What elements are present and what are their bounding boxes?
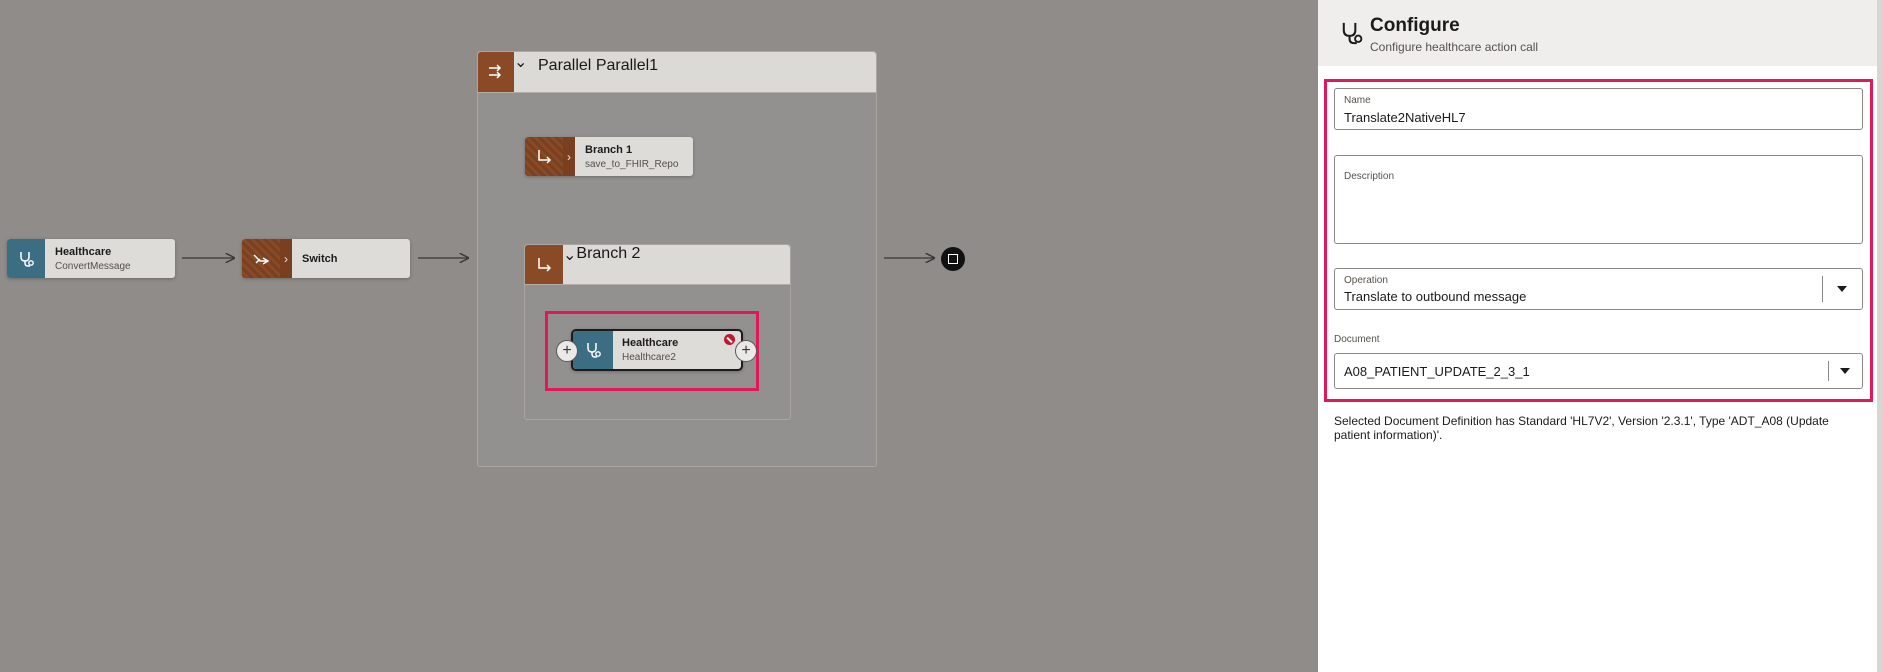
stethoscope-icon xyxy=(573,331,613,369)
document-label: Document xyxy=(1334,334,1380,345)
chevron-down-icon xyxy=(1840,368,1850,374)
branch1-node[interactable]: › Branch 1 save_to_FHIR_Repo xyxy=(525,137,693,176)
add-after-icon[interactable]: + xyxy=(735,340,757,362)
panel-subtitle: Configure healthcare action call xyxy=(1370,40,1539,54)
expand-chevron-icon[interactable]: › xyxy=(280,239,292,278)
integration-canvas[interactable]: Healthcare ConvertMessage › Switch ⌄ Par… xyxy=(0,0,1318,672)
collapse-chevron-icon[interactable]: ⌄ xyxy=(563,245,576,284)
add-before-icon[interactable]: + xyxy=(556,340,578,362)
operation-value: Translate to outbound message xyxy=(1344,289,1527,304)
parallel-title: Parallel xyxy=(538,57,592,74)
document-info-text: Selected Document Definition has Standar… xyxy=(1334,414,1829,442)
branch2-header[interactable]: ⌄ Branch 2 xyxy=(525,245,790,285)
healthcare-convert-node[interactable]: Healthcare ConvertMessage xyxy=(7,239,175,278)
document-value: A08_PATIENT_UPDATE_2_3_1 xyxy=(1344,364,1530,379)
chevron-down-icon xyxy=(1837,286,1847,292)
node-subtitle: ConvertMessage xyxy=(55,260,131,272)
healthcare-selected-node[interactable]: Healthcare Healthcare2 xyxy=(571,329,743,371)
description-label: Description xyxy=(1344,171,1395,182)
name-value: Translate2NativeHL7 xyxy=(1344,110,1466,125)
stethoscope-icon xyxy=(7,239,45,278)
switch-icon xyxy=(242,239,280,278)
node-title: Healthcare xyxy=(55,245,112,258)
node-title: Switch xyxy=(302,252,338,265)
parallel-header[interactable]: ⌄ Parallel Parallel1 xyxy=(478,52,876,93)
branch-icon xyxy=(525,137,563,176)
branch-subtitle: save_to_FHIR_Repo xyxy=(585,158,679,170)
operation-select[interactable]: Operation Translate to outbound message xyxy=(1334,268,1863,310)
name-field[interactable]: Name Translate2NativeHL7 xyxy=(1334,88,1863,130)
stop-icon[interactable] xyxy=(941,247,965,271)
node-subtitle: Healthcare2 xyxy=(622,352,676,363)
branch-title: Branch 2 xyxy=(576,245,641,262)
panel-header: Configure Configure healthcare action ca… xyxy=(1318,0,1883,66)
stethoscope-icon xyxy=(1338,20,1364,51)
branch-icon xyxy=(525,245,563,284)
error-badge-icon[interactable] xyxy=(724,334,735,345)
panel-scrollbar[interactable] xyxy=(1877,0,1883,672)
operation-label: Operation xyxy=(1344,275,1388,286)
document-select[interactable]: A08_PATIENT_UPDATE_2_3_1 xyxy=(1334,353,1863,389)
switch-node[interactable]: › Switch xyxy=(242,239,410,278)
expand-chevron-icon[interactable]: › xyxy=(563,137,575,176)
panel-title: Configure xyxy=(1370,15,1460,36)
document-dropdown-button[interactable] xyxy=(1828,354,1862,388)
node-title: Healthcare xyxy=(622,337,679,349)
branch-title: Branch 1 xyxy=(585,143,633,156)
description-field[interactable]: Description xyxy=(1334,155,1863,244)
operation-dropdown-button[interactable] xyxy=(1822,269,1862,309)
name-label: Name xyxy=(1344,95,1371,106)
parallel-icon xyxy=(478,52,514,92)
parallel-subtitle: Parallel1 xyxy=(595,57,659,74)
collapse-chevron-icon[interactable]: ⌄ xyxy=(514,52,528,92)
